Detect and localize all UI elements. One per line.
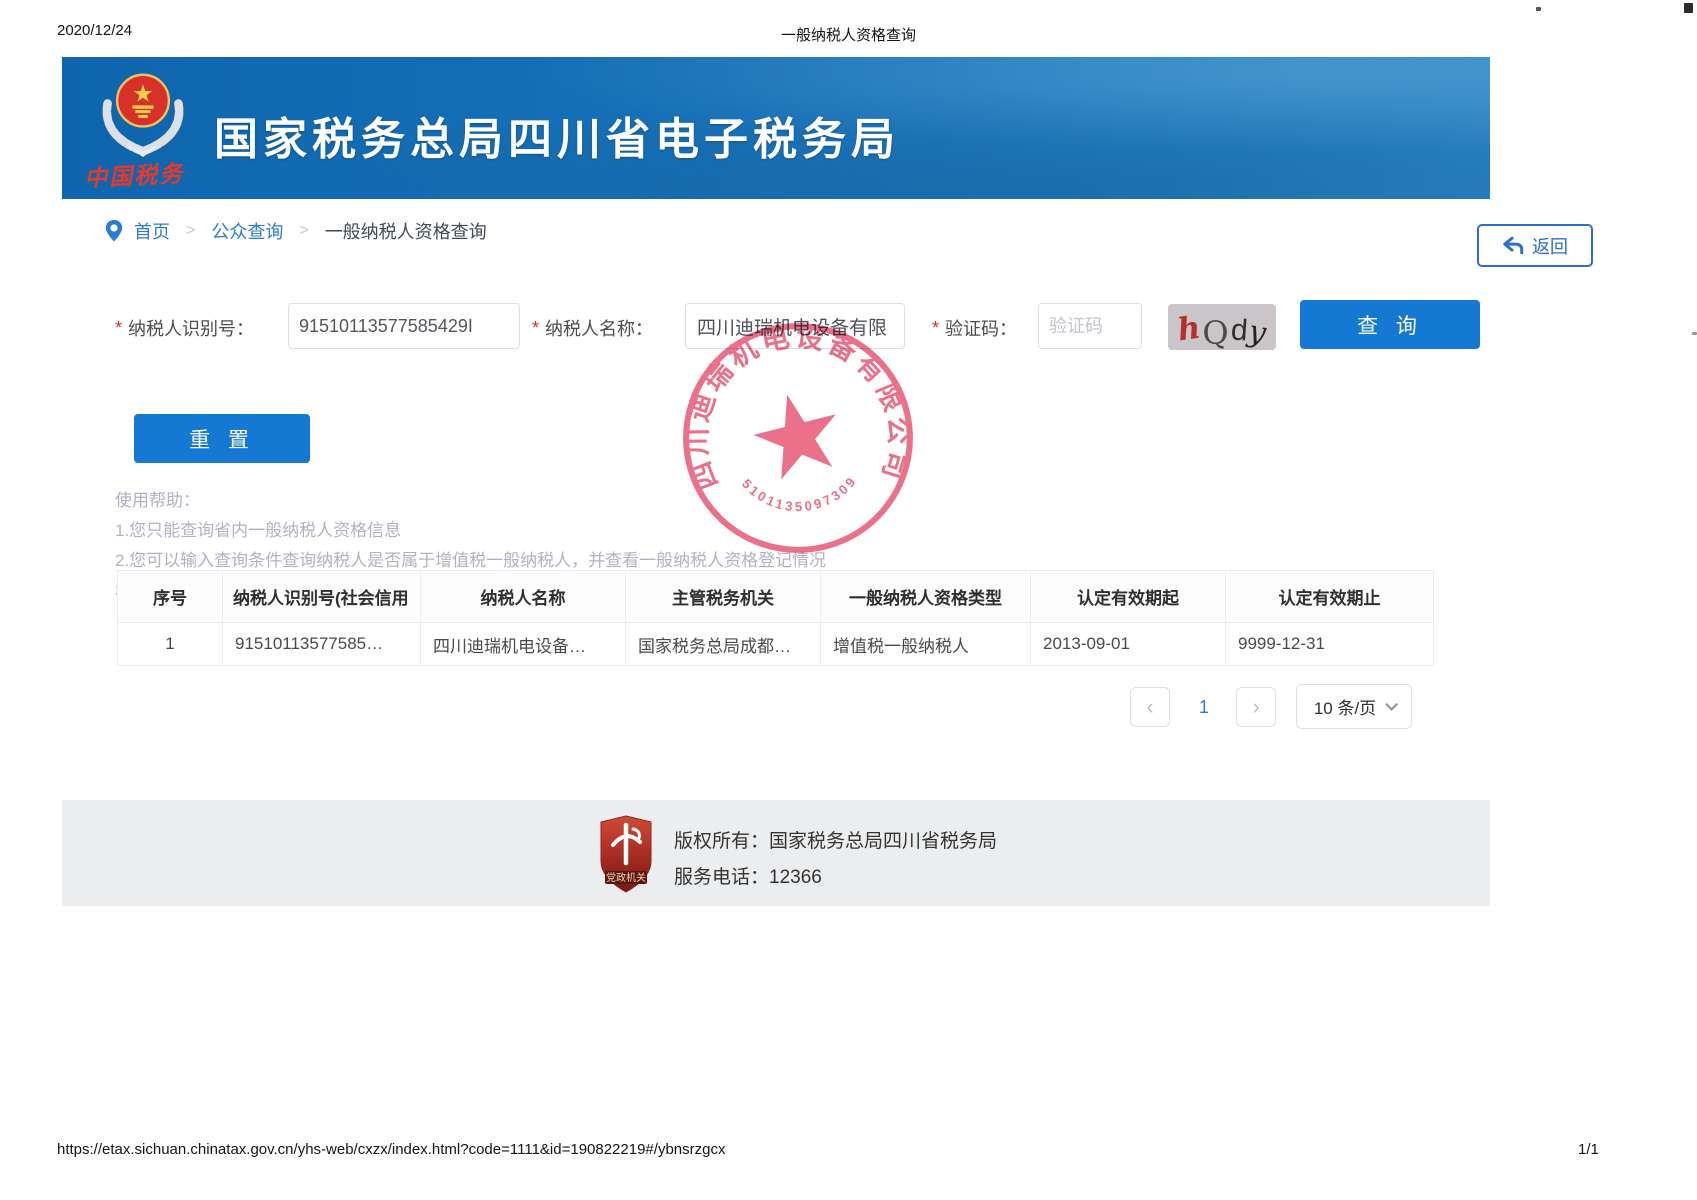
- breadcrumb-public-query[interactable]: 公众查询: [211, 218, 283, 244]
- col-taxpayer-id: 纳税人识别号(社会信用: [223, 571, 421, 623]
- captcha-char: h: [1176, 313, 1203, 347]
- table-row: 1 91510113577585… 四川迪瑞机电设备… 国家税务总局成都… 增值…: [118, 623, 1434, 666]
- cell-qualification-type: 增值税一般纳税人: [821, 623, 1031, 666]
- captcha-image[interactable]: h Q d y: [1168, 304, 1276, 350]
- site-banner: 中国税务 国家税务总局四川省电子税务局: [62, 57, 1490, 199]
- page-size-value: 10 条/页: [1314, 694, 1376, 719]
- pagination-next-button[interactable]: ›: [1236, 687, 1276, 727]
- breadcrumb-separator: >: [186, 222, 195, 240]
- page-size-select[interactable]: 10 条/页: [1296, 684, 1412, 729]
- emblem-caption: 中国税务: [83, 153, 215, 194]
- pagination-page-1[interactable]: 1: [1186, 687, 1222, 727]
- site-footer: 党政机关 版权所有：国家税务总局四川省税务局 服务电话：12366: [62, 800, 1490, 906]
- print-page-number: 1/1: [1578, 1141, 1599, 1158]
- cell-seq: 1: [118, 623, 223, 666]
- col-tax-authority: 主管税务机关: [626, 571, 821, 623]
- taxpayer-id-label: * 纳税人识别号：: [115, 315, 254, 341]
- required-asterisk: *: [932, 318, 939, 339]
- cell-taxpayer-name: 四川迪瑞机电设备…: [421, 623, 626, 666]
- query-button[interactable]: 查 询: [1300, 300, 1480, 349]
- breadcrumb-separator: >: [299, 222, 308, 240]
- chevron-down-icon: [1385, 698, 1398, 711]
- cell-valid-from: 2013-09-01: [1031, 623, 1226, 666]
- printed-page: { "print_header": { "date": "2020/12/24"…: [0, 0, 1697, 1200]
- location-pin-icon: [104, 219, 124, 243]
- scan-artifact: [1684, 3, 1693, 13]
- back-button[interactable]: 返回: [1477, 224, 1593, 267]
- taxpayer-id-input[interactable]: [288, 303, 520, 349]
- tax-emblem-icon: [95, 69, 191, 159]
- table-header-row: 序号 纳税人识别号(社会信用 纳税人名称 主管税务机关 一般纳税人资格类型 认定…: [118, 571, 1434, 623]
- breadcrumb: 首页 > 公众查询 > 一般纳税人资格查询: [104, 218, 487, 244]
- back-button-label: 返回: [1532, 233, 1568, 259]
- svg-text:5101135097309: 5101135097309: [739, 472, 862, 516]
- cell-tax-authority: 国家税务总局成都…: [626, 623, 821, 666]
- scan-artifact: [1536, 7, 1541, 11]
- captcha-char: y: [1246, 317, 1268, 349]
- captcha-char: Q: [1202, 317, 1228, 349]
- government-badge-icon: 党政机关: [600, 815, 652, 893]
- captcha-input[interactable]: [1038, 303, 1142, 349]
- seal-code: 5101135097309: [739, 472, 862, 516]
- back-arrow-icon: [1502, 236, 1524, 255]
- breadcrumb-home[interactable]: 首页: [134, 218, 170, 244]
- chevron-right-icon: ›: [1252, 694, 1259, 720]
- col-seq: 序号: [118, 571, 223, 623]
- print-url: https://etax.sichuan.chinatax.gov.cn/yhs…: [57, 1141, 725, 1158]
- results-table: 序号 纳税人识别号(社会信用 纳税人名称 主管税务机关 一般纳税人资格类型 认定…: [117, 570, 1434, 666]
- required-asterisk: *: [115, 318, 122, 339]
- captcha-label: * 验证码：: [932, 315, 1017, 341]
- reset-button[interactable]: 重 置: [134, 414, 310, 463]
- pagination-prev-button[interactable]: ‹: [1130, 687, 1170, 727]
- cell-valid-to: 9999-12-31: [1226, 623, 1434, 666]
- footer-copyright: 版权所有：国家税务总局四川省税务局: [674, 826, 997, 853]
- company-seal-stamp: 四川迪瑞机电设备有限公司 5101135097309: [674, 314, 922, 562]
- breadcrumb-current: 一般纳税人资格查询: [325, 218, 487, 244]
- col-valid-from: 认定有效期起: [1031, 571, 1226, 623]
- chevron-left-icon: ‹: [1146, 694, 1153, 720]
- captcha-char: d: [1230, 315, 1249, 346]
- col-taxpayer-name: 纳税人名称: [421, 571, 626, 623]
- print-page-title: 一般纳税人资格查询: [0, 24, 1697, 45]
- svg-text:四川迪瑞机电设备有限公司: 四川迪瑞机电设备有限公司: [677, 317, 916, 495]
- col-qualification-type: 一般纳税人资格类型: [821, 571, 1031, 623]
- taxpayer-name-label: * 纳税人名称：: [532, 315, 653, 341]
- badge-label: 党政机关: [606, 871, 646, 884]
- cell-taxpayer-id: 91510113577585…: [223, 623, 421, 666]
- required-asterisk: *: [532, 318, 539, 339]
- site-title: 国家税务总局四川省电子税务局: [214, 103, 900, 167]
- seal-company-name: 四川迪瑞机电设备有限公司: [677, 317, 916, 495]
- footer-phone: 服务电话：12366: [674, 862, 822, 889]
- scan-artifact: [1692, 332, 1697, 335]
- col-valid-to: 认定有效期止: [1226, 571, 1434, 623]
